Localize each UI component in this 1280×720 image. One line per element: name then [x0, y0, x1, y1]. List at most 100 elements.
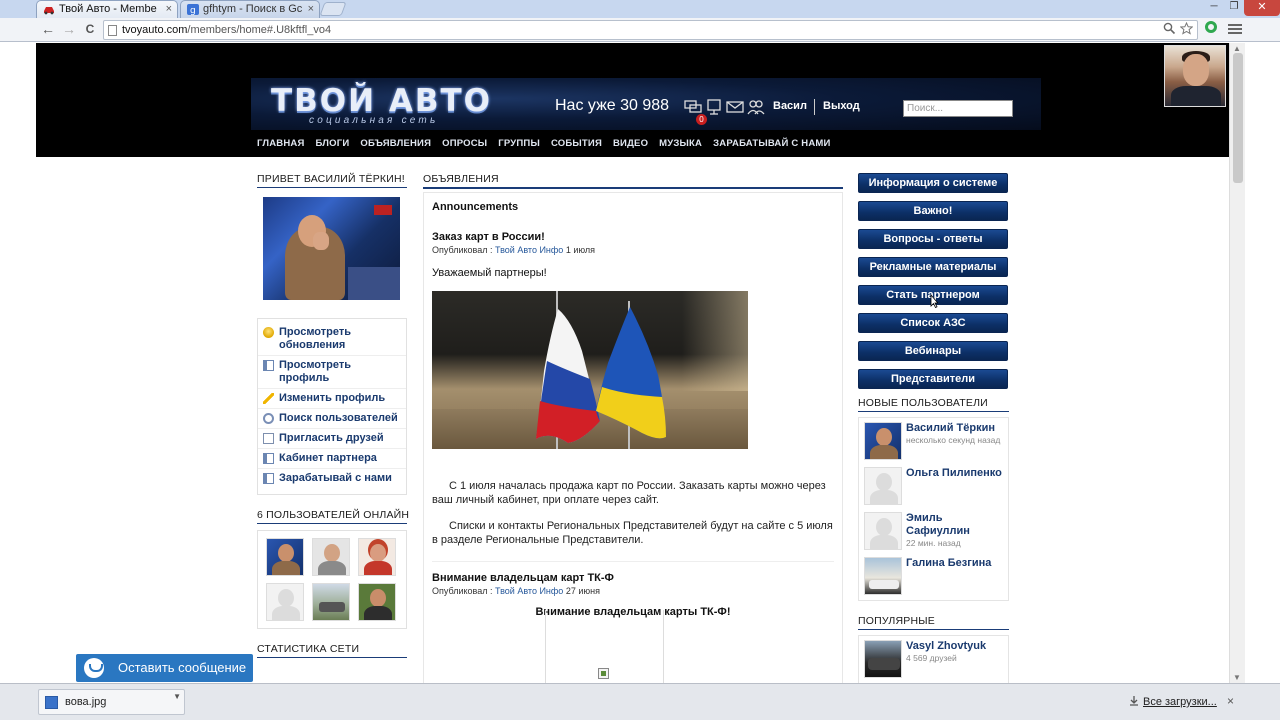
online-user-avatar[interactable]	[312, 538, 350, 576]
menu-item-label: Поиск пользователей	[279, 412, 398, 424]
notification-badge: 0	[696, 114, 707, 125]
download-item[interactable]: вова.jpg ▼	[38, 689, 185, 715]
avatar[interactable]	[864, 467, 902, 505]
nav-item-blogs[interactable]: БЛОГИ	[316, 138, 350, 149]
nav-item-earn[interactable]: ЗАРАБАТЫВАЙ С НАМИ	[713, 138, 830, 149]
user-avatar[interactable]	[1164, 45, 1226, 107]
post-date: 1 июля	[565, 245, 596, 255]
post-title[interactable]: Внимание владельцам карт ТК-Ф	[432, 572, 834, 584]
nav-item-events[interactable]: СОБЫТИЯ	[551, 138, 602, 149]
tab-close-icon[interactable]: ×	[308, 1, 314, 17]
browser-tab-active[interactable]: Твой Авто - Membe ×	[36, 0, 178, 18]
profile-card-icon	[263, 360, 274, 371]
site-logo[interactable]: ТВОЙ АВТО социальная сеть	[271, 83, 539, 127]
all-downloads-link[interactable]: Все загрузки...	[1143, 696, 1217, 708]
page-icon	[108, 25, 117, 36]
page-scrollbar[interactable]: ▲ ▼	[1229, 43, 1245, 683]
extension-icon[interactable]	[1205, 21, 1217, 33]
menu-item-invite[interactable]: Пригласить друзей	[258, 429, 406, 449]
omnibox-actions	[1163, 21, 1194, 38]
scroll-down-icon[interactable]: ▼	[1233, 673, 1241, 682]
nav-item-video[interactable]: ВИДЕО	[613, 138, 648, 149]
avatar[interactable]	[864, 422, 902, 460]
post-meta: Опубликовал : Твой Авто Инфо 27 июня	[432, 586, 600, 596]
list-item[interactable]: Ольга Пилипенко	[864, 467, 1004, 506]
menu-item-partner-cabinet[interactable]: Кабинет партнера	[258, 449, 406, 469]
forward-button[interactable]: →	[60, 21, 78, 39]
important-button[interactable]: Важно!	[858, 201, 1008, 221]
nav-item-ads[interactable]: ОБЪЯВЛЕНИЯ	[360, 138, 431, 149]
webinars-button[interactable]: Вебинары	[858, 341, 1008, 361]
post-title[interactable]: Заказ карт в России!	[432, 231, 834, 243]
popular-list: Vasyl Zhovtyuk 4 569 друзей	[858, 635, 1009, 683]
tab-close-icon[interactable]: ×	[166, 1, 172, 17]
info-system-button[interactable]: Информация о системе	[858, 173, 1008, 193]
window-close-button[interactable]: ✕	[1244, 0, 1280, 16]
online-users-title: 6 ПОЛЬЗОВАТЕЛЕЙ ОНЛАЙН	[257, 509, 409, 524]
profile-card-icon	[263, 473, 274, 484]
nav-item-home[interactable]: ГЛАВНАЯ	[257, 138, 305, 149]
nav-item-polls[interactable]: ОПРОСЫ	[442, 138, 487, 149]
menu-item-earn[interactable]: Зарабатывай с нами	[258, 469, 406, 488]
post-divider	[432, 561, 834, 562]
user-name[interactable]: Vasyl Zhovtyuk	[906, 640, 986, 653]
avatar[interactable]	[864, 512, 902, 550]
gas-stations-button[interactable]: Список АЗС	[858, 313, 1008, 333]
scrollbar-thumb[interactable]	[1233, 53, 1243, 183]
bookmark-star-icon[interactable]	[1179, 21, 1194, 38]
notifications-icon[interactable]	[705, 98, 723, 116]
faq-button[interactable]: Вопросы - ответы	[858, 229, 1008, 249]
nav-item-music[interactable]: МУЗЫКА	[659, 138, 702, 149]
online-user-avatar[interactable]	[266, 583, 304, 621]
new-tab-button[interactable]	[319, 2, 347, 16]
user-name-link[interactable]: Васил	[773, 100, 807, 112]
post-author-link[interactable]: Твой Авто Инфо	[495, 586, 563, 596]
menu-item-view-profile[interactable]: Просмотреть профиль	[258, 356, 406, 389]
minimize-button[interactable]: ─	[1204, 0, 1224, 14]
mail-icon[interactable]	[726, 98, 744, 116]
list-item[interactable]: Vasyl Zhovtyuk 4 569 друзей	[864, 640, 1004, 679]
reload-button[interactable]: C	[81, 21, 99, 39]
profile-photo[interactable]	[263, 197, 400, 300]
online-user-avatar[interactable]	[358, 583, 396, 621]
user-name[interactable]: Галина Безгина	[906, 557, 991, 570]
online-user-avatar[interactable]	[312, 583, 350, 621]
download-menu-icon[interactable]: ▼	[173, 692, 181, 701]
list-item[interactable]: Эмиль Сафиуллин 22 мин. назад	[864, 512, 1004, 551]
online-user-avatar[interactable]	[358, 538, 396, 576]
post-author-link[interactable]: Твой Авто Инфо	[495, 245, 563, 255]
representatives-button[interactable]: Представители	[858, 369, 1008, 389]
user-name[interactable]: Василий Тёркин	[906, 422, 1000, 435]
menu-item-edit-profile[interactable]: Изменить профиль	[258, 389, 406, 409]
online-user-avatar[interactable]	[266, 538, 304, 576]
browser-menu-icon[interactable]	[1228, 22, 1242, 36]
user-name[interactable]: Эмиль Сафиуллин	[906, 512, 1004, 538]
menu-item-label: Просмотреть профиль	[279, 359, 351, 384]
back-button[interactable]: ←	[39, 21, 57, 39]
announcements-heading: Announcements	[432, 201, 519, 213]
browser-tab-inactive[interactable]: g gfhtym - Поиск в Gc ×	[180, 0, 320, 18]
list-item[interactable]: Василий Тёркин несколько секунд назад	[864, 422, 1004, 461]
post-image-flags[interactable]	[432, 291, 748, 449]
download-shelf-close-icon[interactable]: ×	[1227, 694, 1234, 708]
leave-message-button[interactable]: Оставить сообщение	[76, 654, 253, 682]
menu-item-updates[interactable]: Просмотреть обновления	[258, 323, 406, 356]
nav-item-groups[interactable]: ГРУППЫ	[498, 138, 540, 149]
broken-image-icon	[598, 668, 609, 679]
friends-icon[interactable]	[747, 98, 765, 116]
avatar[interactable]	[864, 640, 902, 678]
main-content: ОБЪЯВЛЕНИЯ Announcements Заказ карт в Ро…	[423, 173, 843, 683]
user-friends-count: 4 569 друзей	[906, 653, 957, 663]
maximize-button[interactable]: ❐	[1224, 0, 1244, 14]
user-name[interactable]: Ольга Пилипенко	[906, 467, 1002, 480]
header-search-input[interactable]: Поиск...	[903, 100, 1013, 117]
avatar[interactable]	[864, 557, 902, 595]
address-bar[interactable]: tvoyauto.com/members/home#.U8kftfl_vo4	[103, 20, 1198, 40]
zoom-icon[interactable]	[1163, 22, 1176, 38]
ad-materials-button[interactable]: Рекламные материалы	[858, 257, 1008, 277]
site-header: ТВОЙ АВТО социальная сеть Нас уже 30 988…	[36, 43, 1230, 157]
list-item[interactable]: Галина Безгина	[864, 557, 1004, 596]
logout-link[interactable]: Выход	[823, 100, 860, 112]
scroll-up-icon[interactable]: ▲	[1233, 44, 1241, 53]
menu-item-search-users[interactable]: Поиск пользователей	[258, 409, 406, 429]
